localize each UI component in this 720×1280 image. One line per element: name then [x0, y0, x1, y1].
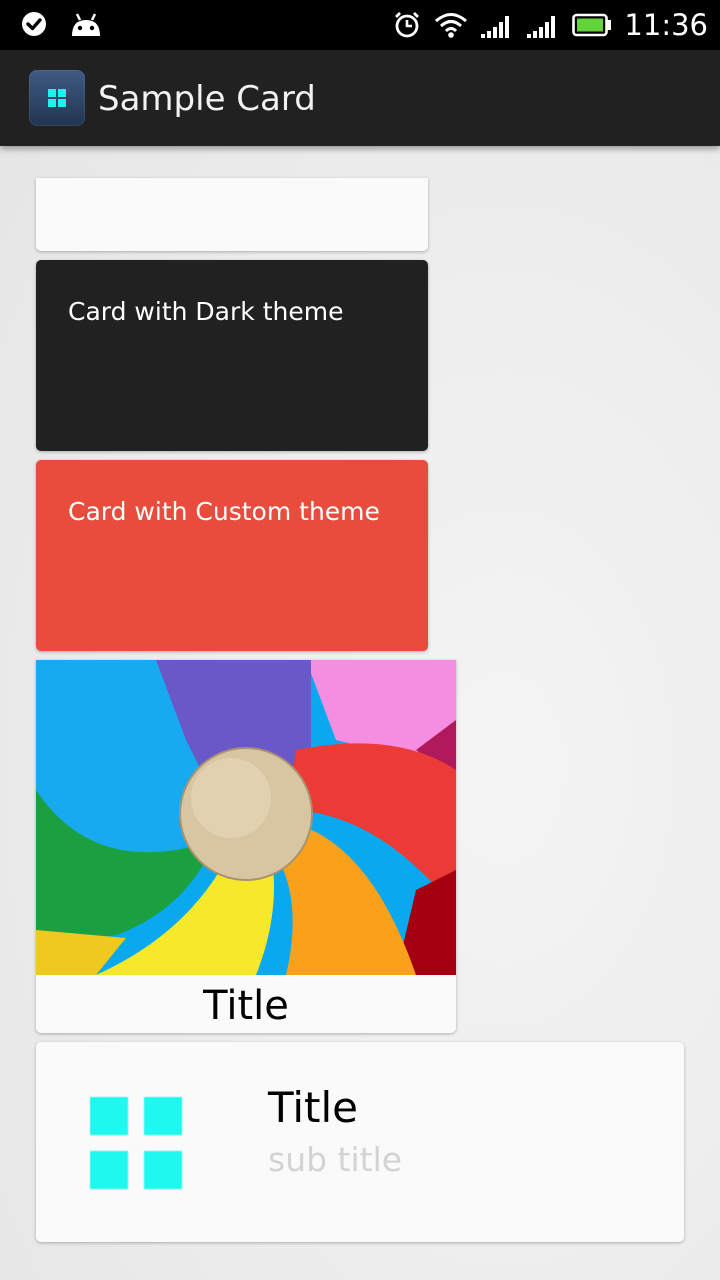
- alarm-icon: [395, 12, 420, 38]
- app-grid-icon[interactable]: [29, 70, 85, 126]
- card-list-item[interactable]: Title sub title: [36, 1042, 684, 1242]
- battery-icon: [572, 13, 612, 37]
- signal-icon: [527, 16, 556, 38]
- card-custom-text: Card with Custom theme: [68, 497, 380, 526]
- card-image[interactable]: Title: [36, 660, 456, 1033]
- signal-icon: [481, 16, 510, 38]
- card-dark-theme[interactable]: Card with Dark theme: [36, 260, 428, 451]
- status-time: 11:36: [624, 8, 708, 42]
- action-bar: Sample Card: [0, 50, 720, 146]
- action-bar-title: Sample Card: [98, 79, 316, 119]
- card-list-title: Title: [268, 1083, 359, 1132]
- android-icon: [72, 13, 100, 36]
- status-bar: 11:36: [0, 0, 720, 50]
- check-circle-icon: [22, 12, 46, 36]
- card-list-subtitle: sub title: [268, 1140, 403, 1179]
- card-image-title: Title: [203, 983, 289, 1029]
- card-partial[interactable]: [36, 178, 428, 251]
- card-custom-theme[interactable]: Card with Custom theme: [36, 460, 428, 651]
- card-dark-text: Card with Dark theme: [68, 297, 344, 326]
- rainbow-pinwheel-image: [36, 660, 456, 975]
- grid-icon: [88, 1095, 184, 1191]
- wifi-icon: [435, 13, 468, 38]
